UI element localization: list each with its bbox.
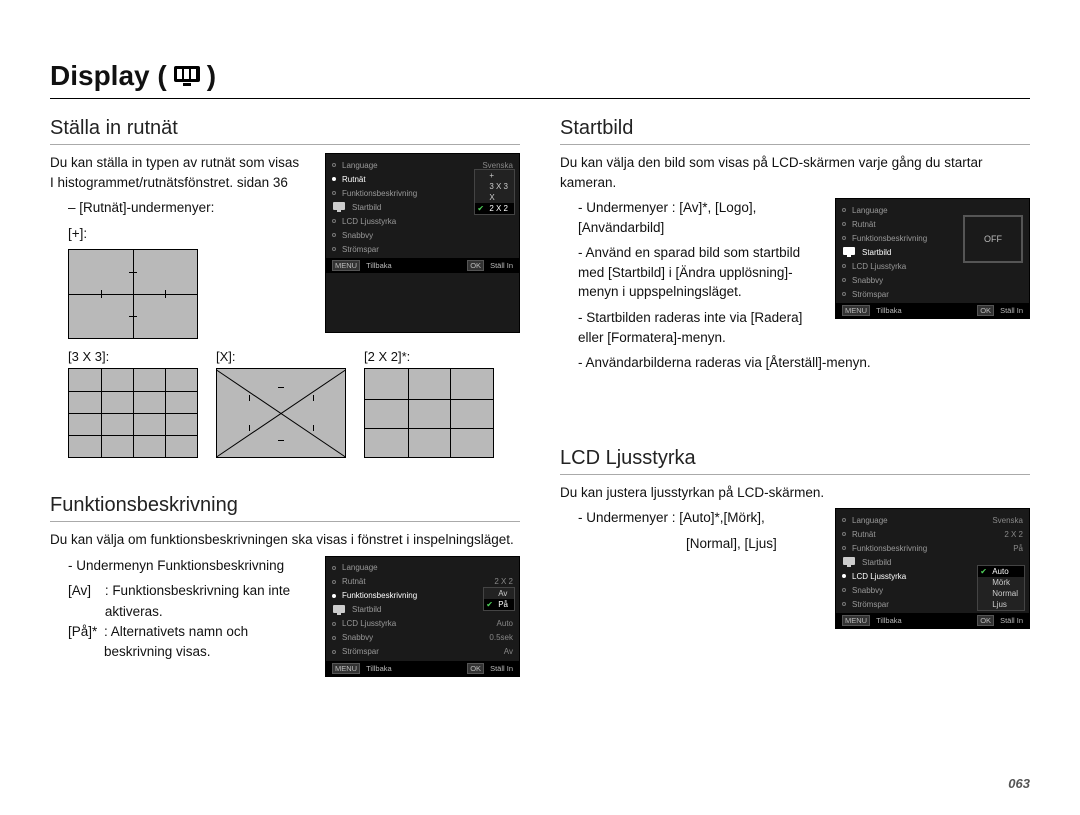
grid-diagram-x xyxy=(216,368,346,458)
lcd-intro: Du kan justera ljusstyrkan på LCD-skärme… xyxy=(560,483,1030,503)
osd-screenshot-lcd: Language Svenska Rutnät 2 X 2 Funktionsbes… xyxy=(835,508,1030,629)
osd-item: LCD Ljusstyrka xyxy=(342,217,513,226)
display-icon xyxy=(842,245,856,259)
osd-screenshot-func: Language Rutnät2 X 2 Funktionsbeskrivnin… xyxy=(325,556,520,677)
osd-footer-label: Ställ In xyxy=(490,261,513,270)
display-icon xyxy=(332,200,346,214)
osd-popup-item: 2 X 2 xyxy=(475,203,514,214)
grid-diagram-3x3 xyxy=(68,368,198,458)
func-pa-val: : Alternativets namn och beskrivning vis… xyxy=(104,622,305,663)
osd-screenshot-start: Language Rutnät Funktionsbeskrivning Sta… xyxy=(835,198,1030,319)
osd-val: 2 X 2 xyxy=(494,577,513,586)
osd-footer-tag: OK xyxy=(977,615,994,626)
page-title: Display ( ) xyxy=(50,60,1030,99)
osd-screenshot-grid: LanguageSvenska Rutnät Funktionsbeskrivn… xyxy=(325,153,520,333)
start-intro: Du kan välja den bild som visas på LCD-s… xyxy=(560,153,1030,192)
osd-footer-label: Ställ In xyxy=(490,664,513,673)
func-pa-key: [På]* xyxy=(68,622,98,663)
grid-diagram-plus xyxy=(68,249,198,339)
osd-footer-tag: MENU xyxy=(332,663,360,674)
osd-footer-tag: OK xyxy=(977,305,994,316)
title-suffix: ) xyxy=(207,60,216,92)
osd-popup-item: På xyxy=(484,599,514,610)
osd-item: Funktionsbeskrivning xyxy=(852,544,1007,553)
grid-22-label: [2 X 2]*: xyxy=(364,349,494,364)
heading-lcd: LCD Ljusstyrka xyxy=(560,447,1030,475)
osd-item: Language xyxy=(852,516,986,525)
osd-val: På xyxy=(1013,544,1023,553)
grid-plus-label: [+]: xyxy=(68,224,305,244)
osd-footer: MENU Tillbaka OK Ställ In xyxy=(326,661,519,676)
osd-popup-item: Auto xyxy=(978,566,1024,577)
display-icon xyxy=(842,555,856,569)
osd-popup-item: Av xyxy=(484,588,514,599)
section-func: Funktionsbeskrivning Du kan välja om fun… xyxy=(50,486,520,683)
osd-preview-box: OFF xyxy=(963,215,1023,263)
func-av-val: : Funktionsbeskrivning kan inte aktivera… xyxy=(105,581,305,622)
section-grid: Ställa in rutnät Du kan ställa in typen … xyxy=(50,109,520,468)
osd-popup: Av På xyxy=(483,587,515,611)
osd-footer: MENU Tillbaka OK Ställ In xyxy=(836,613,1029,628)
osd-preview-text: OFF xyxy=(984,234,1002,244)
func-av: [Av] : Funktionsbeskrivning kan inte akt… xyxy=(68,581,305,622)
start-b4: - Användarbilderna raderas via [Återstäl… xyxy=(578,353,1030,373)
func-line1: - Undermenyn Funktionsbeskrivning xyxy=(68,556,305,576)
func-av-key: [Av] xyxy=(68,581,99,622)
osd-item: Snabbvy xyxy=(852,276,1023,285)
osd-val: Av xyxy=(504,647,513,656)
grid-33-label: [3 X 3]: xyxy=(68,349,198,364)
osd-footer-tag: MENU xyxy=(332,260,360,271)
osd-popup-item: Normal xyxy=(978,588,1024,599)
osd-footer-tag: MENU xyxy=(842,615,870,626)
osd-footer-label: Tillbaka xyxy=(876,306,902,315)
osd-val: 0.5sek xyxy=(489,633,513,642)
osd-popup: Auto Mörk Normal Ljus xyxy=(977,565,1025,611)
grid-intro: Du kan ställa in typen av rutnät som vis… xyxy=(50,153,305,192)
display-icon xyxy=(173,64,201,88)
osd-item: Rutnät xyxy=(342,577,488,586)
osd-footer-label: Ställ In xyxy=(1000,306,1023,315)
osd-footer-label: Tillbaka xyxy=(366,261,392,270)
osd-popup: + 3 X 3 X 2 X 2 xyxy=(474,169,515,215)
osd-item: Strömspar xyxy=(342,647,498,656)
osd-footer-label: Tillbaka xyxy=(876,616,902,625)
osd-item: Strömspar xyxy=(852,290,1023,299)
osd-item: Language xyxy=(342,161,476,170)
osd-popup-item: X xyxy=(475,192,514,203)
display-icon xyxy=(332,603,346,617)
osd-footer-tag: OK xyxy=(467,260,484,271)
osd-val: Svenska xyxy=(992,516,1023,525)
heading-grid: Ställa in rutnät xyxy=(50,117,520,145)
osd-popup-item: Mörk xyxy=(978,577,1024,588)
osd-item: LCD Ljusstyrka xyxy=(342,619,491,628)
osd-footer: MENU Tillbaka OK Ställ In xyxy=(326,258,519,273)
heading-func: Funktionsbeskrivning xyxy=(50,494,520,522)
osd-item: Strömspar xyxy=(342,245,513,254)
osd-footer-label: Tillbaka xyxy=(366,664,392,673)
osd-item: Rutnät xyxy=(852,530,998,539)
page-number: 063 xyxy=(1008,776,1030,791)
grid-x-label: [X]: xyxy=(216,349,346,364)
osd-popup-item: Ljus xyxy=(978,599,1024,610)
osd-item: Language xyxy=(342,563,513,572)
osd-popup-item: 3 X 3 xyxy=(475,181,514,192)
func-intro: Du kan välja om funktionsbeskrivningen s… xyxy=(50,530,520,550)
osd-item: Snabbvy xyxy=(342,231,513,240)
grid-submenu-label: – [Rutnät]-undermenyer: xyxy=(68,198,305,218)
osd-item: Language xyxy=(852,206,1023,215)
title-prefix: Display ( xyxy=(50,60,167,92)
osd-footer-tag: MENU xyxy=(842,305,870,316)
func-pa: [På]* : Alternativets namn och beskrivni… xyxy=(68,622,305,663)
osd-popup-item: + xyxy=(475,170,514,181)
osd-footer-tag: OK xyxy=(467,663,484,674)
osd-footer-label: Ställ In xyxy=(1000,616,1023,625)
osd-val: Auto xyxy=(497,619,513,628)
osd-footer: MENU Tillbaka OK Ställ In xyxy=(836,303,1029,318)
section-lcd: LCD Ljusstyrka Du kan justera ljusstyrka… xyxy=(560,439,1030,636)
osd-item: Snabbvy xyxy=(342,633,483,642)
osd-val: 2 X 2 xyxy=(1004,530,1023,539)
section-start: Startbild Du kan välja den bild som visa… xyxy=(560,109,1030,379)
grid-diagram-2x2 xyxy=(364,368,494,458)
heading-start: Startbild xyxy=(560,117,1030,145)
